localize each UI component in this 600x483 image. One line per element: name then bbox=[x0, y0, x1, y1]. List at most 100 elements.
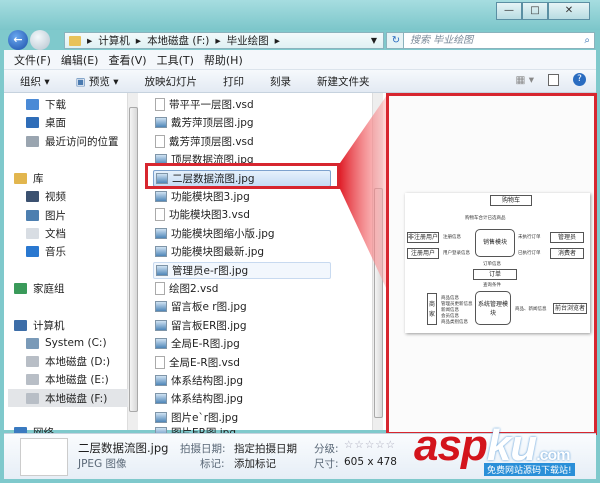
new-folder-button[interactable]: 新建文件夹 bbox=[317, 74, 370, 89]
rating-stars[interactable]: ☆☆☆☆☆ bbox=[344, 439, 396, 451]
file-item[interactable]: 功能模块图最新.jpg bbox=[153, 243, 264, 260]
nav-item[interactable]: 图片 bbox=[26, 206, 146, 224]
nav-item[interactable]: 桌面 bbox=[26, 113, 146, 131]
file-name: 戴芳萍顶层图.jpg bbox=[171, 117, 254, 130]
nav-item[interactable]: 计算机 bbox=[14, 316, 134, 334]
detail-size-label: 尺寸: bbox=[314, 458, 339, 470]
file-item[interactable]: 功能模块图缩小版.jpg bbox=[153, 225, 275, 242]
nav-item-label: 本地磁盘 (F:) bbox=[45, 392, 108, 405]
image-file-icon bbox=[155, 191, 167, 202]
preview-button[interactable]: ▣ 预览 ▾ bbox=[76, 74, 119, 89]
nav-item-label: 最近访问的位置 bbox=[45, 135, 119, 148]
nav-item[interactable]: 本地磁盘 (E:) bbox=[26, 370, 146, 388]
nav-item-label: 视频 bbox=[45, 190, 66, 203]
watermark-tagline: 免费网站源码下载站! bbox=[484, 463, 575, 476]
nav-item-label: 下载 bbox=[45, 98, 66, 111]
dropdown-arrow-icon[interactable]: ▼ bbox=[371, 36, 377, 45]
breadcrumb-computer[interactable]: 计算机 bbox=[98, 33, 130, 48]
address-bar[interactable]: ▸ 计算机 ▸ 本地磁盘 (F:) ▸ 毕业绘图 ▸ ▼ bbox=[64, 32, 384, 49]
file-item[interactable]: 功能模块图3.vsd bbox=[153, 206, 250, 223]
breadcrumb-drive[interactable]: 本地磁盘 (F:) bbox=[147, 33, 209, 48]
image-file-icon bbox=[155, 375, 167, 386]
library-icon bbox=[14, 172, 27, 184]
nav-item[interactable]: 本地磁盘 (D:) bbox=[26, 352, 146, 370]
nav-item[interactable]: 视频 bbox=[26, 187, 146, 205]
close-button[interactable]: ✕ bbox=[548, 2, 590, 20]
window-controls: — □ ✕ bbox=[496, 2, 590, 20]
file-item[interactable]: 全局E-R图.jpg bbox=[153, 335, 240, 352]
help-icon[interactable]: ? bbox=[573, 73, 586, 86]
diagram-admin: 管理员 bbox=[550, 232, 584, 243]
visio-file-icon bbox=[155, 282, 165, 295]
nav-item[interactable]: 文档 bbox=[26, 224, 146, 242]
command-bar: 组织 ▾ ▣ 预览 ▾ 放映幻灯片 打印 刻录 新建文件夹 ▦ ▾ ? bbox=[4, 70, 596, 93]
search-input[interactable]: 搜索 毕业绘图 ⌕ bbox=[403, 32, 595, 49]
menu-view[interactable]: 查看(V) bbox=[108, 52, 146, 68]
visio-file-icon bbox=[155, 98, 165, 111]
video-icon bbox=[26, 190, 39, 202]
file-name: 体系结构图.jpg bbox=[171, 375, 244, 387]
menu-tools[interactable]: 工具(T) bbox=[157, 52, 194, 68]
chevron-right-icon: ▸ bbox=[87, 34, 93, 47]
file-item[interactable]: 绘图2.vsd bbox=[153, 280, 218, 297]
file-item[interactable]: 图片e`r图.jpg bbox=[153, 409, 238, 426]
title-bar: — □ ✕ bbox=[0, 0, 600, 30]
file-item[interactable]: 带平平一层图.vsd bbox=[153, 96, 254, 113]
desktop-icon bbox=[26, 116, 39, 128]
image-file-icon bbox=[155, 301, 167, 313]
file-item[interactable]: 戴芳萍顶层图.vsd bbox=[153, 133, 254, 150]
nav-item[interactable]: 库 bbox=[14, 169, 134, 187]
organize-button[interactable]: 组织 ▾ bbox=[20, 74, 50, 89]
breadcrumb-folder[interactable]: 毕业绘图 bbox=[227, 33, 269, 48]
print-button[interactable]: 打印 bbox=[223, 74, 244, 89]
forward-button[interactable] bbox=[30, 30, 50, 50]
drive-icon bbox=[26, 392, 39, 404]
menu-help[interactable]: 帮助(H) bbox=[204, 52, 243, 68]
nav-item[interactable]: 下载 bbox=[26, 95, 146, 113]
nav-item[interactable]: 本地磁盘 (F:) bbox=[8, 389, 128, 407]
image-file-icon bbox=[155, 227, 167, 239]
nav-item[interactable]: System (C:) bbox=[26, 334, 146, 352]
download-folder-icon bbox=[26, 98, 39, 110]
homegroup-icon bbox=[14, 282, 27, 294]
minimize-button[interactable]: — bbox=[496, 2, 522, 20]
file-item[interactable]: 留言板e r图.jpg bbox=[153, 298, 247, 315]
burn-button[interactable]: 刻录 bbox=[270, 74, 291, 89]
nav-item[interactable]: 家庭组 bbox=[14, 279, 134, 297]
nav-item-label: 库 bbox=[33, 172, 44, 185]
nav-item[interactable]: 最近访问的位置 bbox=[26, 132, 146, 150]
back-button[interactable]: ← bbox=[8, 30, 28, 50]
image-file-icon bbox=[155, 117, 167, 129]
file-item[interactable]: 全局E-R图.vsd bbox=[153, 354, 240, 371]
visio-file-icon bbox=[155, 134, 165, 148]
diagram-sales: 销售模块 bbox=[475, 229, 515, 257]
detail-tags-value[interactable]: 添加标记 bbox=[234, 456, 276, 471]
file-item[interactable]: 体系结构图.jpg bbox=[153, 372, 243, 389]
preview-pane-toggle-icon[interactable] bbox=[548, 73, 559, 86]
detail-size-value: 605 x 478 bbox=[344, 456, 397, 468]
file-name: 功能模块图3.jpg bbox=[171, 191, 250, 203]
view-options-icon[interactable]: ▦ ▾ bbox=[515, 74, 534, 86]
nav-item-label: 计算机 bbox=[33, 319, 65, 332]
maximize-button[interactable]: □ bbox=[522, 2, 548, 20]
file-item[interactable]: 体系结构图.jpg bbox=[153, 390, 243, 407]
slideshow-button[interactable]: 放映幻灯片 bbox=[144, 74, 197, 89]
diagram-label: 已执行订单 bbox=[518, 251, 541, 256]
diagram-reg: 注册用户 bbox=[407, 248, 439, 259]
file-item[interactable]: 留言板ER图.jpg bbox=[153, 317, 247, 334]
detail-date-value[interactable]: 指定拍摄日期 bbox=[234, 441, 297, 456]
nav-item-label: 本地磁盘 (D:) bbox=[45, 355, 111, 368]
menu-edit[interactable]: 编辑(E) bbox=[61, 52, 99, 68]
nav-item-label: 家庭组 bbox=[33, 282, 65, 295]
menu-file[interactable]: 文件(F) bbox=[14, 52, 51, 68]
menu-bar: 文件(F) 编辑(E) 查看(V) 工具(T) 帮助(H) bbox=[4, 50, 596, 70]
file-item[interactable]: 管理员e-r图.jpg bbox=[153, 261, 331, 279]
computer-icon bbox=[14, 319, 27, 331]
nav-item[interactable]: 音乐 bbox=[26, 242, 146, 260]
file-name: 戴芳萍顶层图.vsd bbox=[169, 135, 254, 148]
file-item[interactable]: 功能模块图3.jpg bbox=[153, 188, 250, 205]
file-name: 功能模块图3.vsd bbox=[169, 209, 250, 222]
nav-item-label: 音乐 bbox=[45, 245, 66, 258]
documents-icon bbox=[26, 227, 39, 239]
file-item[interactable]: 戴芳萍顶层图.jpg bbox=[153, 114, 254, 131]
